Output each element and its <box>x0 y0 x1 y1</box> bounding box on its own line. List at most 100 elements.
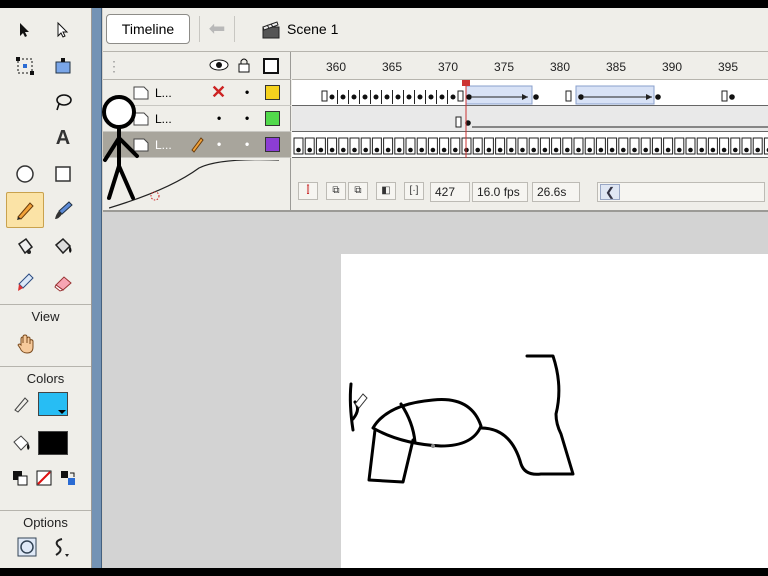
ruler-tick-label: 385 <box>606 60 627 74</box>
keyframe-dot <box>565 147 570 153</box>
keyframe-dot <box>553 147 559 153</box>
layer-lock-dot[interactable]: • <box>245 137 249 151</box>
eye-icon[interactable] <box>209 58 229 72</box>
keyframe-dot <box>710 147 716 153</box>
scene-clapper-icon <box>262 21 280 39</box>
layer-header: ⋮ <box>103 52 291 80</box>
eraser-icon <box>54 276 72 292</box>
keyframe-dot <box>397 147 402 153</box>
eraser-tool-button[interactable] <box>44 264 82 300</box>
ruler-tick-label: 360 <box>326 60 347 74</box>
selection-tool-button[interactable] <box>6 12 44 48</box>
keyframe-dot <box>542 147 548 153</box>
keyframe-dot <box>755 147 760 153</box>
keyframe-dot <box>419 147 424 153</box>
layer-lock-dot[interactable]: • <box>245 111 249 125</box>
stick-figure-drawing <box>102 95 139 200</box>
arrow-cursor-icon <box>20 23 29 37</box>
center-frame-button[interactable]: ⫿ <box>298 182 318 200</box>
layer-color-box[interactable] <box>265 111 280 126</box>
animal-sketch-drawing <box>348 354 575 484</box>
lock-icon[interactable] <box>237 57 251 73</box>
ruler-tick-label: 395 <box>718 60 739 74</box>
keyframe-dot <box>744 147 749 153</box>
oval-tool-button[interactable] <box>6 156 44 192</box>
lasso-icon <box>56 94 72 111</box>
keyframe-dot <box>430 147 436 153</box>
eyedropper-tool-button[interactable] <box>6 264 44 300</box>
pencil-tool-button[interactable] <box>6 192 44 228</box>
back-arrow-icon: ⬅ <box>199 16 235 42</box>
stroke-color-swatch[interactable] <box>38 392 68 416</box>
outline-icon[interactable] <box>263 58 279 74</box>
fill-color-row <box>10 428 82 458</box>
oval-icon <box>16 165 34 183</box>
keyframe-dot <box>352 147 357 153</box>
object-drawing-icon[interactable] <box>16 536 38 558</box>
gradient-transform-icon <box>55 58 71 74</box>
brush-tool-button[interactable] <box>44 192 82 228</box>
view-section-label: View <box>0 304 91 324</box>
layers-column: ⋮ L... ✕ • L... • • L... • • <box>102 52 291 212</box>
layer-visible-dot[interactable]: • <box>217 137 221 151</box>
ruler-tick-label: 370 <box>438 60 459 74</box>
scene-label[interactable]: Scene 1 <box>287 21 338 37</box>
elapsed-time-field: 26.6s <box>532 182 580 202</box>
timeline-horizontal-scrollbar[interactable]: ❮ <box>597 182 765 202</box>
frame-rate-field[interactable]: 16.0 fps <box>472 182 528 202</box>
keyframe-dot <box>576 147 581 153</box>
modify-onion-markers-button[interactable]: [·] <box>404 182 424 200</box>
no-color-icon[interactable] <box>36 470 52 486</box>
tools-panel: A View Colors Options <box>0 8 92 568</box>
gradient-transform-tool-button[interactable] <box>44 48 82 84</box>
keyframe-dot <box>441 147 447 153</box>
pencil-mode-smooth-icon[interactable] <box>50 536 72 558</box>
layer-color-box[interactable] <box>265 85 280 100</box>
layer-name: L... <box>155 86 172 100</box>
keyframe-dot <box>643 147 648 153</box>
paint-bucket-tool-button[interactable] <box>44 228 82 264</box>
hand-icon <box>17 334 34 354</box>
text-tool-button[interactable]: A <box>44 120 82 156</box>
free-transform-tool-button[interactable] <box>6 48 44 84</box>
timeline-toggle-button[interactable]: Timeline <box>106 14 190 44</box>
keyframe-dot <box>363 147 368 153</box>
layer-color-box[interactable] <box>265 137 280 152</box>
keyframe-dot <box>307 147 312 153</box>
hidden-x-icon[interactable]: ✕ <box>211 82 226 103</box>
ink-bottle-tool-button[interactable] <box>6 228 44 264</box>
scroll-left-arrow-icon[interactable]: ❮ <box>600 184 620 200</box>
keyframe-dot <box>453 147 458 153</box>
rectangle-tool-button[interactable] <box>44 156 82 192</box>
stroke-pencil-icon <box>14 397 29 413</box>
keyframe-dot <box>733 147 738 153</box>
ruler-tick-label: 390 <box>662 60 683 74</box>
onion-outlines-button[interactable]: ⧉ <box>348 182 368 200</box>
hand-tool-button[interactable] <box>8 326 44 362</box>
keyframe-dot <box>475 147 480 153</box>
layer-visible-dot[interactable]: • <box>217 111 221 125</box>
keyframe-dot <box>677 147 682 153</box>
layer-lock-dot[interactable]: • <box>245 85 249 99</box>
frame-ruler[interactable]: 360 365 370 375 380 385 390 395 <box>292 52 768 80</box>
black-white-icon[interactable] <box>12 470 28 486</box>
onion-skin-button[interactable]: ⧉ <box>326 182 346 200</box>
timeline-status-bar: ⫿ ⧉ ⧉ ◧ [·] 427 16.0 fps 26.6s ❮ <box>292 176 768 206</box>
pencil-icon <box>17 202 34 220</box>
swap-colors-icon[interactable] <box>60 470 76 486</box>
timeline-panel: ⋮ L... ✕ • L... • • L... • • 360 365 370… <box>102 52 768 212</box>
keyframe-dot <box>374 147 380 153</box>
stage-canvas[interactable] <box>341 254 768 568</box>
tool-grid: A <box>6 12 82 300</box>
keyframe-dot <box>721 147 727 153</box>
fill-color-swatch[interactable] <box>38 431 68 455</box>
edit-multiple-frames-button[interactable]: ◧ <box>376 182 396 200</box>
dense-keyframe-row <box>293 137 768 155</box>
options-row <box>16 536 72 558</box>
subselection-tool-button[interactable] <box>44 12 82 48</box>
lasso-tool-button[interactable] <box>44 84 82 120</box>
ruler-tick-label: 380 <box>550 60 571 74</box>
frames-grid[interactable] <box>292 80 768 158</box>
keyframes-svg <box>292 80 768 158</box>
keyframe-dot <box>341 147 346 153</box>
